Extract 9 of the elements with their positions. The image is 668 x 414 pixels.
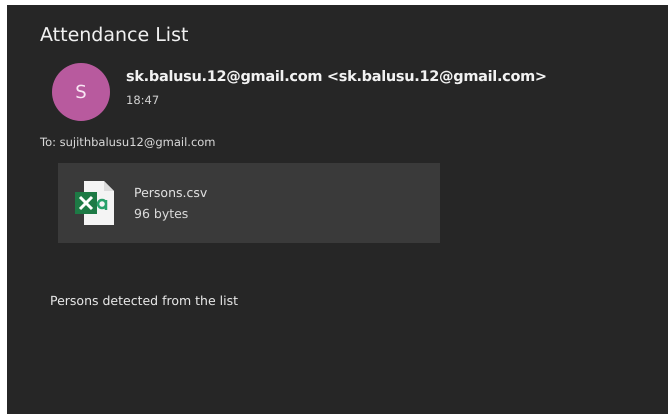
sender-address: sk.balusu.12@gmail.com <sk.balusu.12@gmail.com> xyxy=(126,69,547,85)
sent-time: 18:47 xyxy=(126,93,160,107)
email-subject: Attendance List xyxy=(40,23,190,47)
attachment-card[interactable]: Persons.csv 96 bytes xyxy=(58,163,440,243)
attachment-size: 96 bytes xyxy=(134,206,190,221)
message-body: Persons detected from the list xyxy=(50,293,239,308)
attachment-name: Persons.csv xyxy=(134,185,208,200)
recipient-line: To: sujithbalusu12@gmail.com xyxy=(40,135,217,149)
sender-avatar: S xyxy=(52,63,110,121)
